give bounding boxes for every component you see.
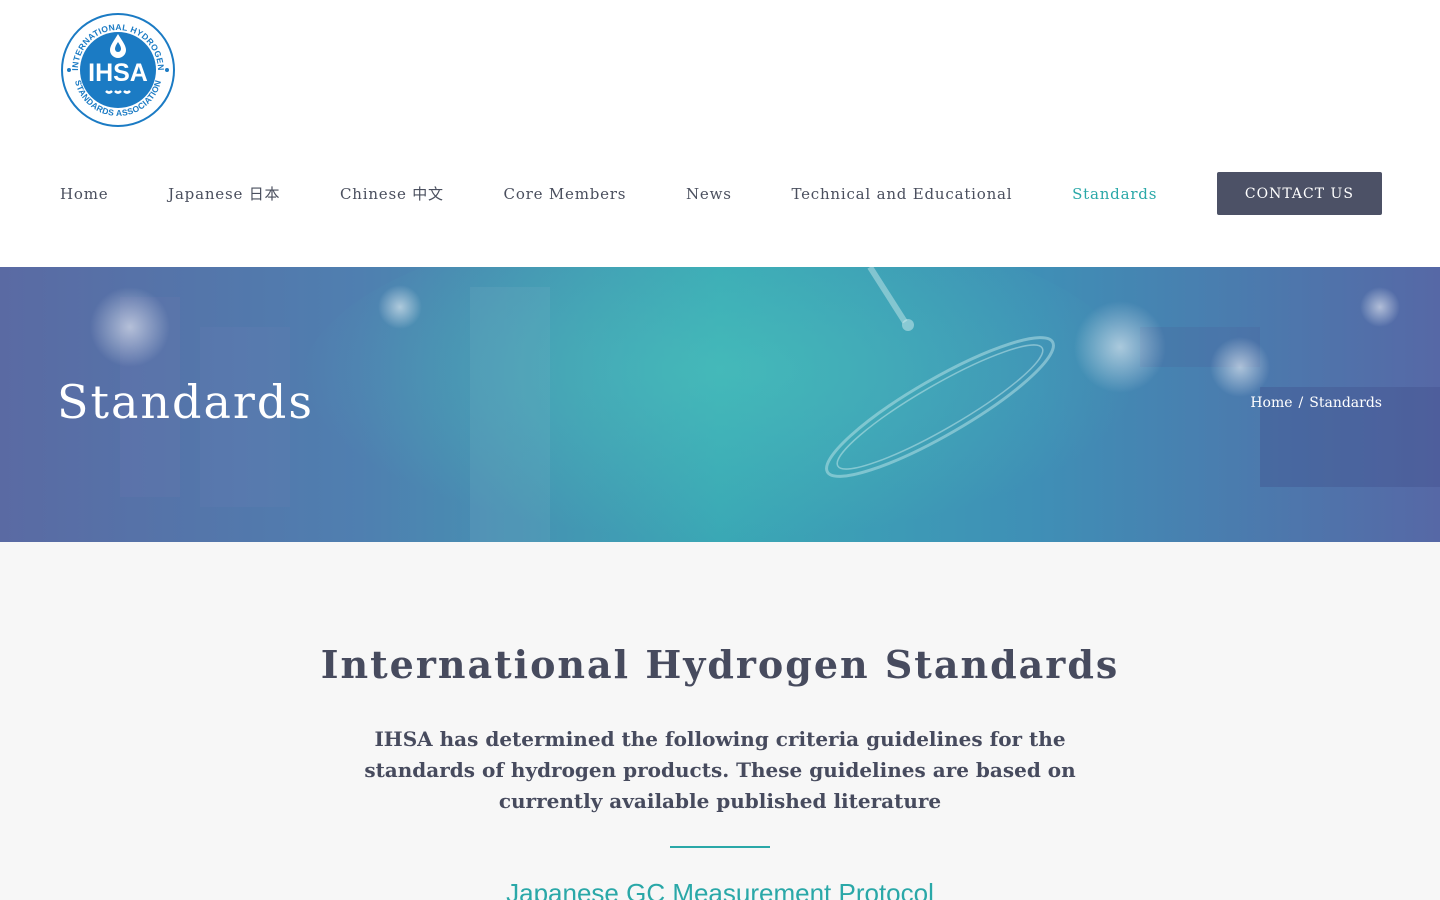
nav-item-core-members[interactable]: Core Members xyxy=(504,185,627,203)
logo-emblem-icon: INTERNATIONAL HYDROGEN STANDARDS ASSOCIA… xyxy=(61,13,175,127)
breadcrumb: Home / Standards xyxy=(1250,395,1382,411)
intro-paragraph: IHSA has determined the following criter… xyxy=(364,727,1076,813)
page-title-banner: Standards Home / Standards xyxy=(0,267,1440,542)
breadcrumb-current: Standards xyxy=(1309,395,1382,411)
site-header: INTERNATIONAL HYDROGEN STANDARDS ASSOCIA… xyxy=(0,0,1440,267)
main-navigation: Home Japanese 日本 Chinese 中文 Core Members… xyxy=(60,172,1382,215)
main-content: International Hydrogen Standards IHSA ha… xyxy=(0,542,1440,900)
japanese-gc-protocol-link[interactable]: Japanese GC Measurement Protocol xyxy=(0,878,1440,900)
nav-item-chinese[interactable]: Chinese 中文 xyxy=(340,183,444,204)
breadcrumb-separator: / xyxy=(1298,395,1304,411)
section-divider xyxy=(670,846,770,848)
nav-item-standards[interactable]: Standards xyxy=(1072,185,1157,203)
nav-item-home[interactable]: Home xyxy=(60,185,108,203)
breadcrumb-home-link[interactable]: Home xyxy=(1250,395,1292,411)
nav-item-technical-educational[interactable]: Technical and Educational xyxy=(791,185,1012,203)
page-title: Standards xyxy=(57,375,314,429)
nav-item-news[interactable]: News xyxy=(686,185,732,203)
nav-item-japanese[interactable]: Japanese 日本 xyxy=(168,183,280,204)
ihsa-logo[interactable]: INTERNATIONAL HYDROGEN STANDARDS ASSOCIA… xyxy=(60,12,176,128)
contact-us-button[interactable]: CONTACT US xyxy=(1216,172,1382,215)
section-heading: International Hydrogen Standards xyxy=(320,642,1120,687)
svg-text:IHSA: IHSA xyxy=(88,59,148,87)
